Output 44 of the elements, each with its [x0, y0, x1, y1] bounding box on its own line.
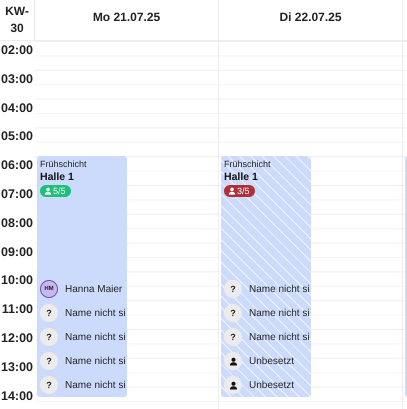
person-icon: [228, 356, 238, 366]
shift-type: Frühschicht: [224, 159, 271, 170]
day-header: Mo 21.07.25: [92, 10, 160, 26]
hour-label: 07:00: [1, 186, 33, 203]
unknown-avatar: ?: [224, 280, 242, 298]
assignee-name: Hanna Maier: [65, 284, 122, 295]
person-icon: [228, 187, 236, 196]
assignee-name: Unbesetzt: [249, 380, 294, 391]
hour-label: 06:00: [1, 158, 33, 174]
person-icon: [44, 187, 52, 196]
hour-label: 10:00: [1, 273, 33, 290]
person-icon: [228, 380, 238, 390]
week-number: KW-30: [5, 3, 29, 37]
hour-label: 13:00: [1, 360, 33, 376]
assignee-name: Name nicht si: [65, 380, 126, 391]
hour-label: 14:00: [1, 388, 33, 405]
shift-type: Frühschicht: [40, 159, 87, 170]
assignee-name: Name nicht si: [65, 356, 126, 367]
shift-location: Halle 1: [40, 171, 74, 184]
unknown-avatar: ?: [224, 328, 242, 346]
assignee-name: Unbesetzt: [249, 356, 294, 367]
hour-label: 11:00: [2, 302, 33, 318]
hour-label: 04:00: [1, 100, 33, 117]
unknown-avatar: ?: [224, 304, 242, 322]
hour-label: 09:00: [1, 244, 33, 261]
assignee-name: Name nicht si: [65, 332, 126, 343]
assignee-name: Name nicht si: [249, 284, 310, 295]
staffing-badge: 3/5: [224, 185, 255, 198]
assignee-name: Name nicht si: [249, 332, 310, 343]
shift-location: Halle 1: [224, 171, 258, 184]
hour-label: 08:00: [1, 216, 33, 232]
hour-label: 03:00: [1, 72, 33, 88]
unknown-avatar: ?: [40, 376, 58, 394]
hour-label: 12:00: [1, 330, 33, 347]
unknown-avatar: ?: [40, 352, 58, 370]
hour-label: 05:00: [1, 129, 33, 146]
shift-card[interactable]: Frühschicht Halle 1 3/5 ? Name nicht si ? Name nicht si ? Name nicht si Unbesetzt Unbesetzt: [221, 156, 311, 398]
unknown-avatar: ?: [40, 328, 58, 346]
unknown-avatar: ?: [40, 304, 58, 322]
day-header: Di 22.07.25: [279, 10, 342, 26]
assignee-name: Name nicht si: [65, 308, 126, 319]
hour-label: 02:00: [1, 43, 33, 59]
staffing-badge: 5/5: [40, 185, 71, 198]
assignee-name: Name nicht si: [249, 308, 310, 319]
